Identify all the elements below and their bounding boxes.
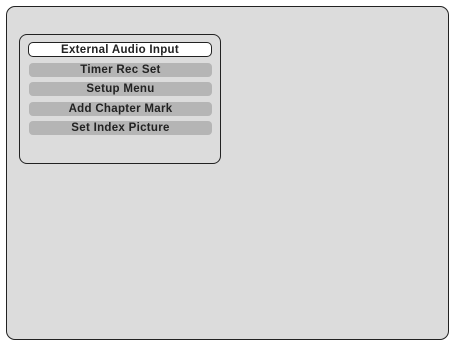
function-menu: External Audio Input Timer Rec Set Setup…: [19, 34, 221, 164]
menu-item-external-audio-input[interactable]: External Audio Input: [28, 42, 212, 57]
menu-item-setup-menu[interactable]: Setup Menu: [29, 82, 212, 96]
tv-screen: External Audio Input Timer Rec Set Setup…: [6, 6, 449, 340]
menu-item-add-chapter-mark[interactable]: Add Chapter Mark: [29, 101, 212, 116]
menu-item-set-index-picture[interactable]: Set Index Picture: [29, 121, 212, 135]
menu-item-timer-rec-set[interactable]: Timer Rec Set: [29, 62, 212, 77]
